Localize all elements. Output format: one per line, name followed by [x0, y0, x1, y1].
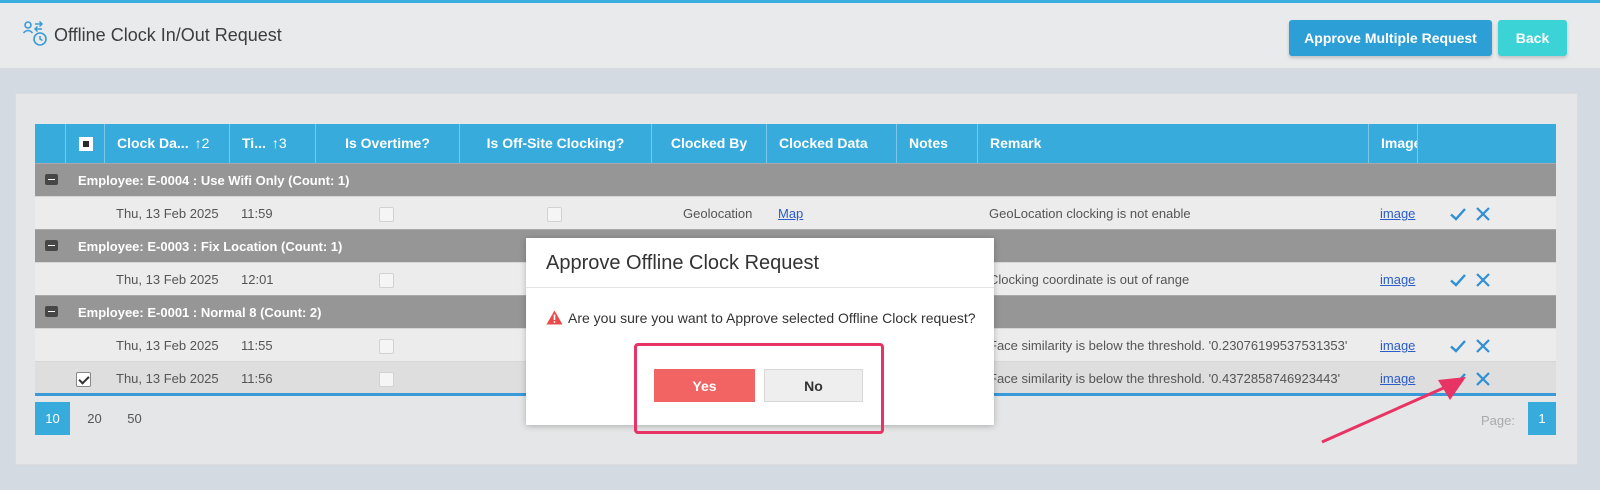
column-image[interactable]: Image — [1368, 124, 1417, 163]
sort-asc-icon: ↑ — [194, 135, 202, 151]
approve-check-icon[interactable] — [1449, 337, 1467, 355]
column-is-overtime[interactable]: Is Overtime? — [315, 124, 459, 163]
cell-date: Thu, 13 Feb 2025 — [116, 371, 219, 386]
image-link[interactable]: image — [1380, 329, 1415, 362]
column-clocked-data[interactable]: Clocked Data — [766, 124, 896, 163]
group-label: Employee: E-0003 : Fix Location (Count: … — [78, 239, 343, 254]
column-actions — [1417, 124, 1556, 163]
overtime-checkbox — [379, 372, 394, 387]
column-time[interactable]: Ti... ↑3 — [229, 124, 315, 163]
group-label: Employee: E-0004 : Use Wifi Only (Count:… — [78, 173, 350, 188]
page-size-20[interactable]: 20 — [77, 402, 112, 435]
dialog-divider — [526, 287, 994, 288]
collapse-icon[interactable] — [45, 240, 58, 251]
overtime-checkbox — [379, 339, 394, 354]
column-clock-date[interactable]: Clock Da... ↑2 — [104, 124, 229, 163]
cell-remark: GeoLocation clocking is not enable — [989, 206, 1191, 221]
cell-time: 11:56 — [241, 371, 273, 386]
cell-date: Thu, 13 Feb 2025 — [116, 272, 219, 287]
grid-header: Clock Da... ↑2 Ti... ↑3 Is Overtime? Is Of… — [35, 124, 1556, 163]
cell-remark: Face similarity is below the threshold. … — [989, 338, 1348, 353]
page-label: Page: — [1481, 413, 1515, 428]
column-time-label: Ti... — [242, 135, 266, 151]
select-all-column — [65, 124, 104, 163]
approve-check-icon[interactable] — [1449, 205, 1467, 223]
reject-x-icon[interactable] — [1474, 271, 1492, 289]
sort-order-time: 3 — [278, 135, 287, 151]
page-size-50[interactable]: 50 — [117, 402, 152, 435]
reject-x-icon[interactable] — [1474, 370, 1492, 388]
column-is-offsite[interactable]: Is Off-Site Clocking? — [459, 124, 651, 163]
reject-x-icon[interactable] — [1474, 337, 1492, 355]
reject-x-icon[interactable] — [1474, 205, 1492, 223]
approve-check-icon[interactable] — [1449, 271, 1467, 289]
cell-clocked-by: Geolocation — [683, 206, 753, 221]
column-clocked-by[interactable]: Clocked By — [651, 124, 766, 163]
expand-column-header — [35, 124, 65, 163]
column-notes[interactable]: Notes — [896, 124, 977, 163]
page-title: Offline Clock In/Out Request — [54, 25, 282, 45]
cell-time: 11:59 — [241, 206, 273, 221]
page-1-button[interactable]: 1 — [1528, 402, 1556, 435]
image-link[interactable]: image — [1380, 197, 1415, 230]
row-select-checkbox[interactable] — [76, 372, 91, 387]
dialog-title: Approve Offline Clock Request — [546, 252, 820, 274]
cell-time: 12:01 — [241, 272, 274, 287]
overtime-checkbox — [379, 207, 394, 222]
page-header: Offline Clock In/Out Request Approve Mul… — [0, 3, 1600, 69]
offsite-checkbox — [547, 207, 562, 222]
cell-remark: Face similarity is below the threshold. … — [989, 371, 1341, 386]
warning-icon — [546, 310, 563, 325]
sort-asc-icon: ↑ — [271, 135, 279, 151]
column-remark[interactable]: Remark — [977, 124, 1368, 163]
table-row[interactable]: Thu, 13 Feb 2025 11:59 Geolocation Map G… — [35, 196, 1556, 229]
back-button[interactable]: Back — [1498, 20, 1567, 56]
collapse-icon[interactable] — [45, 174, 58, 185]
dialog-message: Are you sure you want to Approve selecte… — [568, 310, 976, 326]
group-label: Employee: E-0001 : Normal 8 (Count: 2) — [78, 305, 322, 320]
annotation-arrow — [1321, 377, 1466, 444]
select-all-checkbox[interactable] — [79, 137, 93, 151]
cell-remark: Clocking coordinate is out of range — [989, 272, 1190, 287]
cell-date: Thu, 13 Feb 2025 — [116, 338, 219, 353]
cell-date: Thu, 13 Feb 2025 — [116, 206, 219, 221]
sort-order-clock-date: 2 — [201, 135, 210, 151]
page-size-10[interactable]: 10 — [35, 402, 70, 435]
annotation-highlight-box — [634, 343, 884, 434]
collapse-icon[interactable] — [45, 306, 58, 317]
group-row[interactable]: Employee: E-0004 : Use Wifi Only (Count:… — [35, 163, 1556, 196]
cell-time: 11:55 — [241, 338, 273, 353]
approve-multiple-request-button[interactable]: Approve Multiple Request — [1289, 20, 1492, 56]
image-link[interactable]: image — [1380, 263, 1415, 296]
map-link[interactable]: Map — [778, 197, 803, 230]
column-clock-date-label: Clock Da... — [117, 135, 189, 151]
clock-transfer-icon — [22, 20, 47, 46]
overtime-checkbox — [379, 273, 394, 288]
